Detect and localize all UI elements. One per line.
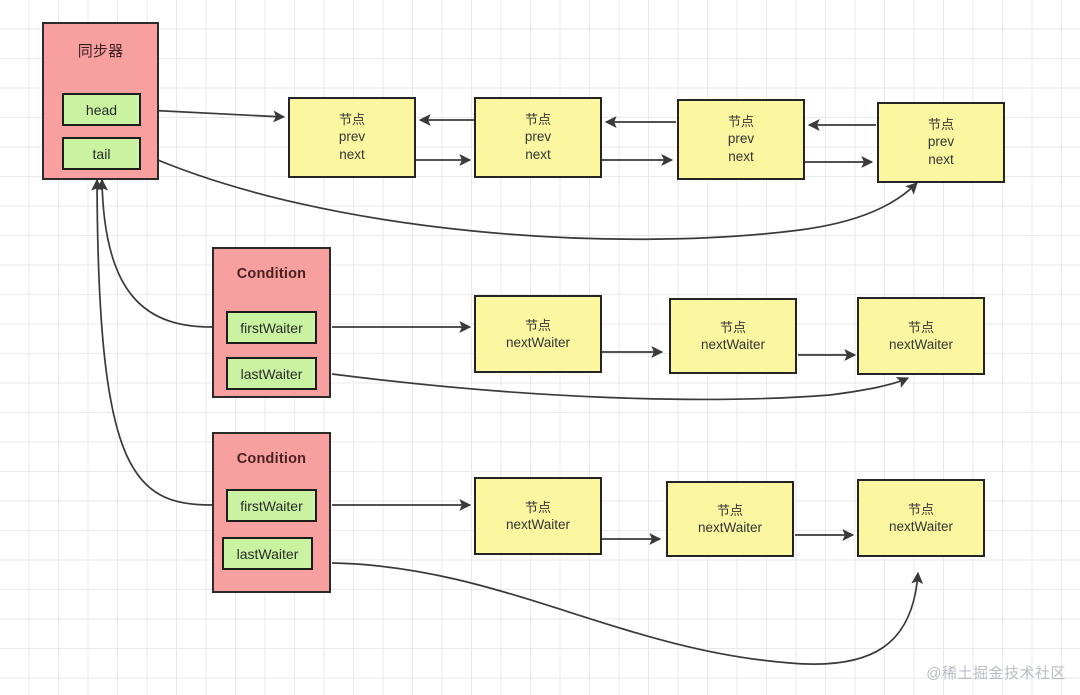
synchronizer-title: 同步器 [77,43,124,60]
condition-1-node-3-line-2: nextWaiter [888,336,954,352]
watermark: @稀土掘金技术社区 [926,665,1066,682]
edge-cond1-lastwaiter-to-node3 [331,373,910,401]
condition-1-node-1-line-2: nextWaiter [505,334,571,350]
sync-node-1-line-1: 节点 [338,112,365,128]
condition-2-node-3-line-1: 节点 [907,501,934,517]
condition-2-node-3[interactable]: 节点 nextWaiter [857,479,985,557]
condition-2-node-1[interactable]: 节点 nextWaiter [474,477,602,555]
synchronizer-field-tail[interactable]: tail [62,137,141,170]
sync-queue-node-3[interactable]: 节点 prev next [677,99,805,180]
condition-2-node-1-line-2: nextWaiter [505,516,571,532]
sync-node-2-line-3: next [525,147,551,163]
condition-1-node-1-line-1: 节点 [524,317,551,333]
condition-1-field-firstwaiter-label: firstWaiter [240,319,303,336]
sync-node-3-line-2: prev [727,131,755,147]
sync-queue-node-2[interactable]: 节点 prev next [474,97,602,178]
condition-1-node-2[interactable]: 节点 nextWaiter [669,298,797,374]
condition-1-field-lastwaiter[interactable]: lastWaiter [226,357,317,390]
edge-cond2-lastwaiter-to-node3 [331,562,924,665]
condition-1-node-2-line-2: nextWaiter [700,336,766,352]
sync-node-2-line-1: 节点 [524,112,551,128]
condition-1-node-3[interactable]: 节点 nextWaiter [857,297,985,375]
condition-2-node-2[interactable]: 节点 nextWaiter [666,481,794,557]
sync-node-1-line-3: next [339,147,365,163]
condition-2-node-2-line-2: nextWaiter [697,519,763,535]
condition-1-title: Condition [236,266,307,282]
condition-2-field-lastwaiter[interactable]: lastWaiter [222,537,313,570]
sync-node-1-line-2: prev [338,129,366,145]
condition-1-node-2-line-1: 节点 [719,319,746,335]
edge-cond1-to-tail [96,178,213,328]
condition-2-field-lastwaiter-label: lastWaiter [236,545,299,562]
sync-node-4-line-2: prev [927,134,955,150]
sync-queue-node-4[interactable]: 节点 prev next [877,102,1005,183]
condition-2-field-firstwaiter[interactable]: firstWaiter [226,489,317,522]
synchronizer-field-head[interactable]: head [62,93,141,126]
synchronizer-field-head-label: head [85,101,118,118]
sync-queue-node-1[interactable]: 节点 prev next [288,97,416,178]
edge-head-to-node1 [144,109,286,123]
sync-node-3-line-1: 节点 [727,114,754,130]
sync-node-3-line-3: next [728,149,754,165]
sync-node-2-line-2: prev [524,129,552,145]
condition-1-node-1[interactable]: 节点 nextWaiter [474,295,602,373]
condition-1-field-lastwaiter-label: lastWaiter [240,365,303,382]
synchronizer-field-tail-label: tail [92,145,111,162]
condition-1-node-3-line-1: 节点 [907,319,934,335]
condition-2-field-firstwaiter-label: firstWaiter [240,497,303,514]
sync-node-4-line-3: next [928,152,954,168]
diagram-canvas: 同步器 head tail 节点 prev next 节点 prev next … [0,0,1080,695]
sync-node-4-line-1: 节点 [927,117,954,133]
edge-cond2-to-tail [91,178,213,506]
condition-1-field-firstwaiter[interactable]: firstWaiter [226,311,317,344]
condition-2-node-1-line-1: 节点 [524,499,551,515]
condition-2-node-3-line-2: nextWaiter [888,518,954,534]
condition-2-title: Condition [236,451,307,467]
condition-2-node-2-line-1: 节点 [716,502,743,518]
